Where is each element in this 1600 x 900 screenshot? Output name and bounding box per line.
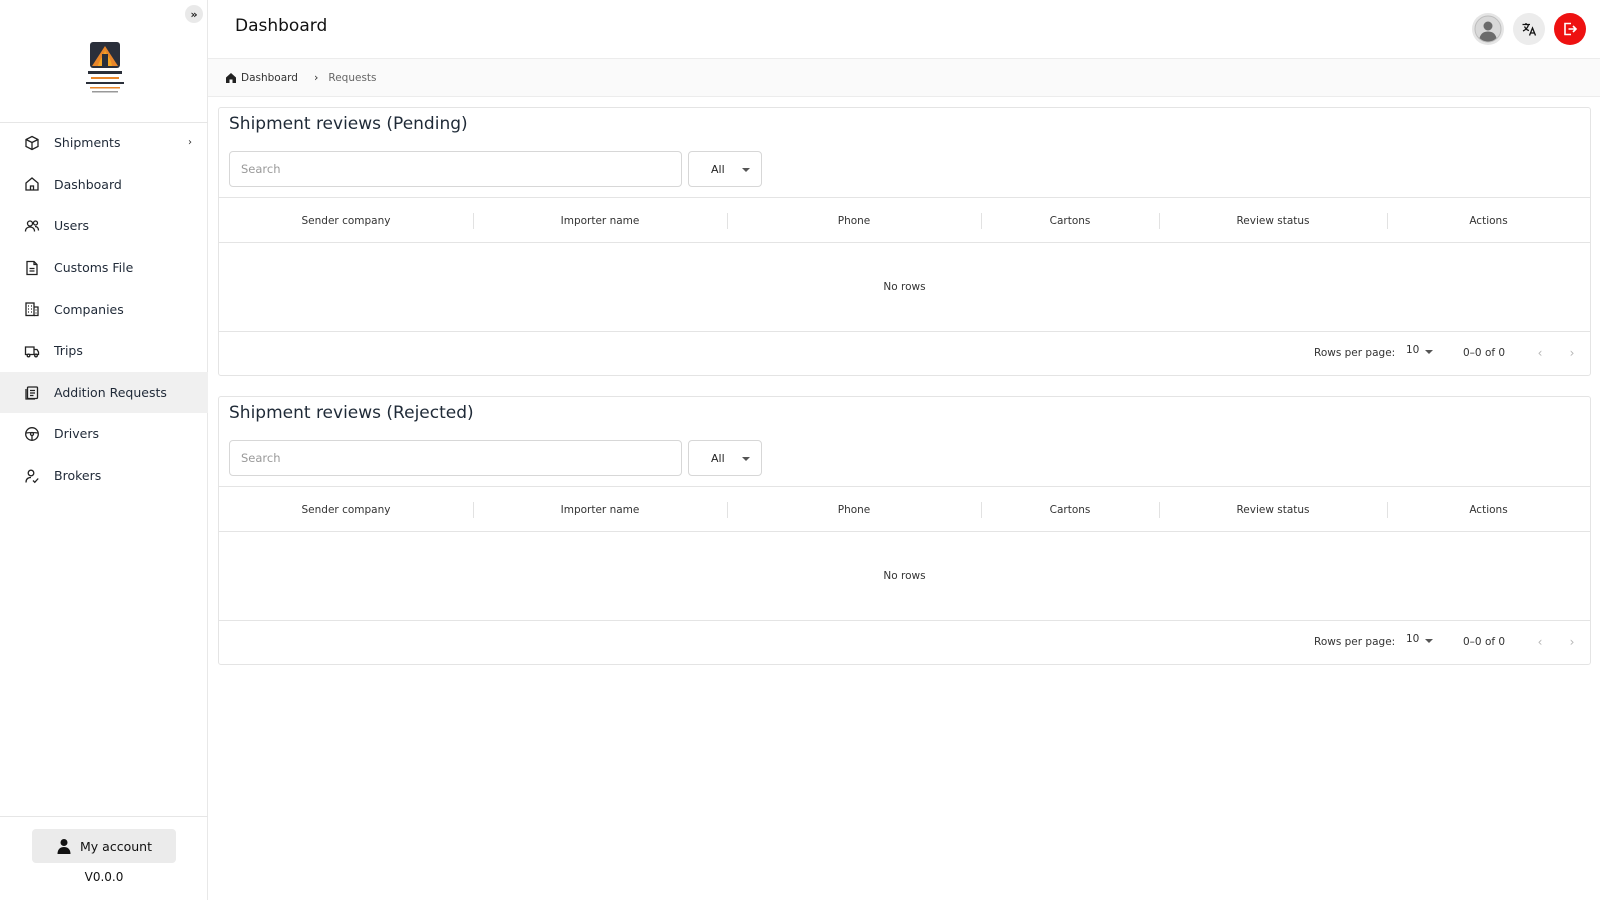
translate-icon bbox=[1522, 23, 1537, 36]
sidebar-item-users[interactable]: Users bbox=[0, 205, 208, 247]
breadcrumb-home-label: Dashboard bbox=[241, 71, 298, 84]
sidebar-item-shipments[interactable]: Shipments › bbox=[0, 122, 208, 164]
sidebar-item-trips[interactable]: Trips bbox=[0, 330, 208, 372]
chevron-right-icon: › bbox=[1569, 346, 1575, 360]
column-header-phone[interactable]: Phone bbox=[727, 198, 981, 243]
caret-down-icon bbox=[1425, 638, 1434, 643]
building-icon bbox=[24, 301, 40, 317]
sidebar-divider bbox=[0, 816, 208, 817]
section-title: Shipment reviews (Pending) bbox=[229, 114, 468, 134]
sidebar-item-label: Addition Requests bbox=[54, 384, 167, 400]
home-icon bbox=[226, 72, 236, 83]
language-button[interactable] bbox=[1513, 13, 1545, 45]
clipboard-icon bbox=[24, 384, 40, 401]
next-page-button[interactable]: › bbox=[1560, 341, 1584, 365]
previous-page-button[interactable]: ‹ bbox=[1528, 630, 1552, 654]
caret-down-icon bbox=[1425, 349, 1434, 354]
my-account-button[interactable]: My account bbox=[32, 829, 176, 863]
steering-wheel-icon bbox=[24, 426, 40, 442]
column-header-importer-name[interactable]: Importer name bbox=[473, 487, 727, 532]
sidebar-item-companies[interactable]: Companies bbox=[0, 288, 208, 330]
top-header: Dashboard bbox=[208, 0, 1600, 59]
user-icon bbox=[57, 839, 71, 854]
sidebar-item-label: Users bbox=[54, 218, 90, 234]
next-page-button[interactable]: › bbox=[1560, 630, 1584, 654]
rows-per-page-value: 10 bbox=[1406, 633, 1420, 645]
column-header-cartons[interactable]: Cartons bbox=[981, 198, 1159, 243]
column-header-cartons[interactable]: Cartons bbox=[981, 487, 1159, 532]
column-header-sender-company[interactable]: Sender company bbox=[219, 487, 473, 532]
chevron-right-icon: › bbox=[313, 71, 319, 84]
chevron-left-icon: ‹ bbox=[1537, 635, 1543, 649]
breadcrumb: Dashboard › Requests bbox=[208, 59, 1600, 97]
sidebar-nav: Shipments › Dashboard Users Customs File bbox=[0, 122, 208, 496]
search-input[interactable] bbox=[229, 151, 682, 187]
page-title: Dashboard bbox=[235, 16, 328, 36]
table-header: Sender company Importer name Phone Carto… bbox=[219, 197, 1590, 243]
avatar-icon bbox=[1474, 15, 1502, 43]
breadcrumb-current: Requests bbox=[328, 71, 377, 84]
chevron-right-icon: › bbox=[188, 137, 192, 149]
pending-reviews-card: Shipment reviews (Pending) All Sender co… bbox=[218, 107, 1591, 376]
column-header-actions[interactable]: Actions bbox=[1387, 198, 1590, 243]
page-range: 0–0 of 0 bbox=[1463, 347, 1506, 359]
home-icon bbox=[24, 176, 40, 192]
search-input[interactable] bbox=[229, 440, 682, 476]
sidebar-item-brokers[interactable]: Brokers bbox=[0, 455, 208, 497]
rows-per-page-value: 10 bbox=[1406, 344, 1420, 356]
column-header-importer-name[interactable]: Importer name bbox=[473, 198, 727, 243]
caret-down-icon bbox=[742, 457, 750, 461]
column-header-review-status[interactable]: Review status bbox=[1159, 198, 1387, 243]
sidebar-item-label: Shipments bbox=[54, 135, 121, 151]
rows-per-page-select[interactable]: 10 bbox=[1406, 344, 1434, 356]
collapse-sidebar-button[interactable]: » bbox=[185, 5, 203, 23]
sidebar-item-label: Customs File bbox=[54, 260, 134, 276]
chevron-right-icon: › bbox=[1569, 635, 1575, 649]
logout-icon bbox=[1564, 22, 1578, 36]
rejected-reviews-card: Shipment reviews (Rejected) All Sender c… bbox=[218, 396, 1591, 665]
empty-table-message: No rows bbox=[883, 570, 926, 582]
column-header-review-status[interactable]: Review status bbox=[1159, 487, 1387, 532]
section-title: Shipment reviews (Rejected) bbox=[229, 403, 474, 423]
app-version: V0.0.0 bbox=[84, 870, 124, 884]
sidebar-item-drivers[interactable]: Drivers bbox=[0, 413, 208, 455]
profile-avatar-button[interactable] bbox=[1472, 13, 1504, 45]
sidebar-item-label: Brokers bbox=[54, 468, 102, 484]
rows-per-page-select[interactable]: 10 bbox=[1406, 633, 1434, 645]
sidebar-item-dashboard[interactable]: Dashboard bbox=[0, 164, 208, 206]
sidebar-item-label: Dashboard bbox=[54, 176, 122, 192]
sidebar-item-label: Trips bbox=[54, 343, 83, 359]
sidebar: » Shipments › Dashboard Users Customs Fi… bbox=[0, 0, 208, 900]
truck-icon bbox=[24, 343, 40, 359]
column-header-phone[interactable]: Phone bbox=[727, 487, 981, 532]
sidebar-item-customs-file[interactable]: Customs File bbox=[0, 247, 208, 289]
rows-per-page-label: Rows per page: bbox=[1314, 347, 1396, 359]
status-filter-value: All bbox=[711, 451, 725, 465]
status-filter-select[interactable]: All bbox=[688, 440, 762, 476]
sidebar-item-addition-requests[interactable]: Addition Requests bbox=[0, 371, 208, 414]
empty-table-message: No rows bbox=[883, 281, 926, 293]
status-filter-select[interactable]: All bbox=[688, 151, 762, 187]
column-header-actions[interactable]: Actions bbox=[1387, 487, 1590, 532]
column-header-sender-company[interactable]: Sender company bbox=[219, 198, 473, 243]
status-filter-value: All bbox=[711, 162, 725, 176]
logout-button[interactable] bbox=[1554, 13, 1586, 45]
table-header: Sender company Importer name Phone Carto… bbox=[219, 486, 1590, 532]
package-icon bbox=[24, 135, 40, 151]
company-logo bbox=[82, 40, 128, 98]
caret-down-icon bbox=[742, 168, 750, 172]
page-range: 0–0 of 0 bbox=[1463, 636, 1506, 648]
breadcrumb-home-link[interactable]: Dashboard bbox=[225, 72, 298, 84]
table-pagination: Rows per page: 10 0–0 of 0 ‹ › bbox=[219, 620, 1590, 664]
rows-per-page-label: Rows per page: bbox=[1314, 636, 1396, 648]
my-account-label: My account bbox=[80, 838, 152, 854]
sidebar-item-label: Companies bbox=[54, 301, 124, 317]
table-pagination: Rows per page: 10 0–0 of 0 ‹ › bbox=[219, 331, 1590, 375]
chevron-left-icon: ‹ bbox=[1537, 346, 1543, 360]
broker-icon bbox=[24, 468, 40, 484]
users-icon bbox=[24, 218, 40, 234]
sidebar-item-label: Drivers bbox=[54, 426, 99, 442]
previous-page-button[interactable]: ‹ bbox=[1528, 341, 1552, 365]
file-icon bbox=[24, 260, 40, 276]
